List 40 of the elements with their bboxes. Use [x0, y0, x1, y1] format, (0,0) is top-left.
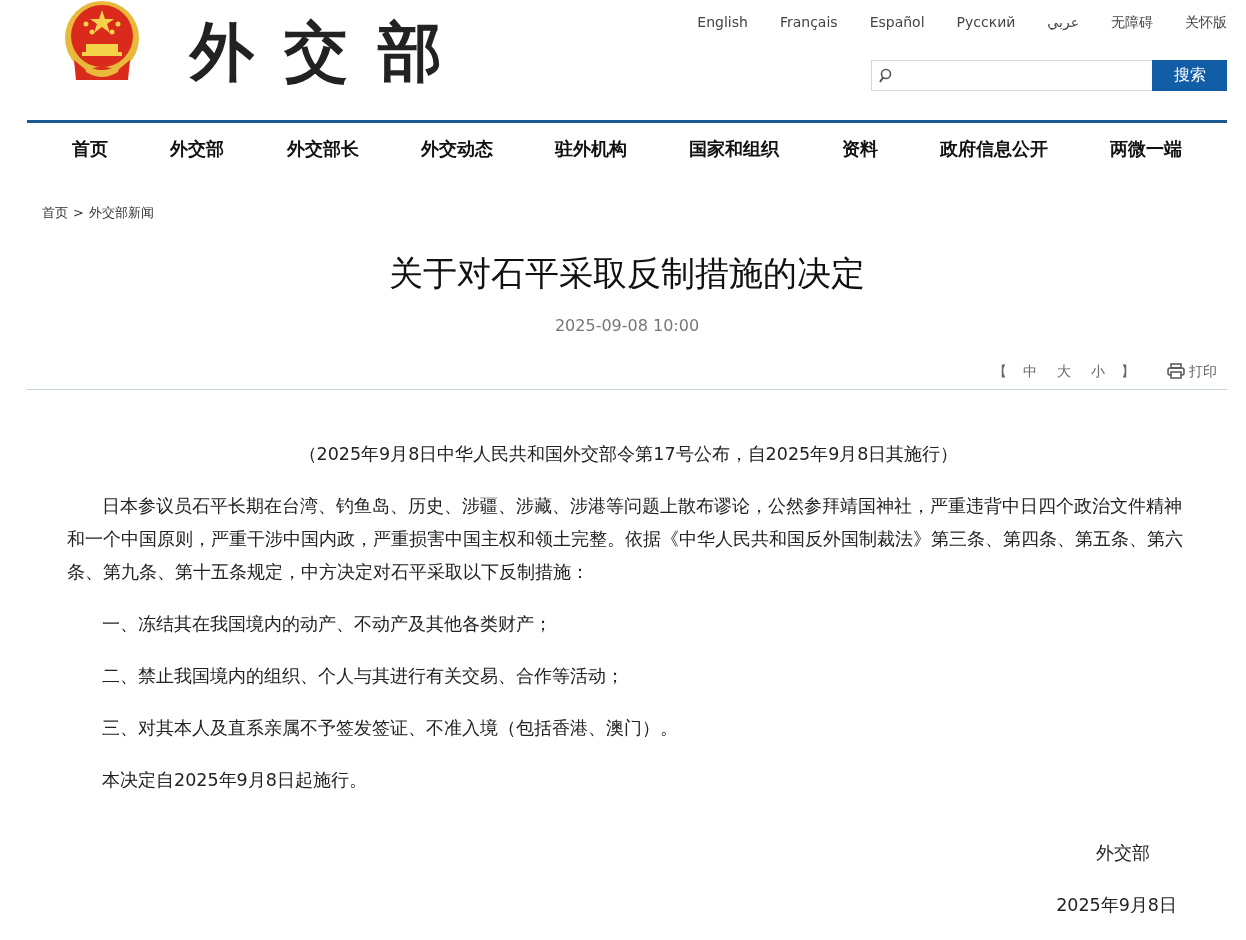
paragraph: 三、对其本人及直系亲属不予签发签证、不准入境（包括香港、澳门）。: [101, 717, 679, 740]
language-link[interactable]: 无障碍: [1111, 12, 1153, 32]
breadcrumb-link[interactable]: 外交部新闻: [88, 204, 154, 222]
nav-link[interactable]: 外交部长: [286, 135, 359, 175]
language-link[interactable]: 关怀版: [1185, 12, 1227, 32]
font-size-link[interactable]: 小: [1091, 361, 1105, 381]
signature-date: 2025年9月8日: [1055, 894, 1178, 917]
nav-link[interactable]: 驻外机构: [555, 135, 627, 175]
language-link[interactable]: English: [697, 12, 748, 32]
printer-icon: [1167, 363, 1185, 379]
nav-link[interactable]: 外交部: [170, 135, 225, 175]
language-link[interactable]: Français: [779, 12, 838, 32]
nav-link[interactable]: 首页: [72, 135, 108, 175]
language-link[interactable]: Español: [869, 12, 925, 32]
paragraph: 一、冻结其在我国境内的动产、不动产及其他各类财产；: [101, 613, 553, 636]
article-title: 关于对石平采取反制措施的决定: [388, 252, 866, 295]
language-link[interactable]: عربي: [1047, 12, 1079, 32]
search-icon: [878, 67, 892, 84]
breadcrumb-separator: >: [73, 204, 84, 222]
font-size-link[interactable]: 中: [1023, 361, 1037, 381]
paragraph: 日本参议员石平长期在台湾、钓鱼岛、历史、涉疆、涉藏、涉港等问题上散布谬论，公然参拜靖国神社，严重违背中日四个政治文件精神和一个中国原则，严重干涉中国内政，严重损害中国主权和领土完整。依据《中华人民共和国反外国制裁法》第三条、第四条、第五条、第六条、第九条、第十五条规定，中方决定对石平采取以下反制措施：: [67, 495, 1184, 584]
nav-link[interactable]: 资料: [841, 135, 878, 175]
paragraph: 二、禁止我国境内的组织、个人与其进行有关交易、合作等活动；: [101, 665, 625, 688]
site-logo[interactable]: 外交部: [190, 14, 472, 91]
search-button[interactable]: 搜索: [1152, 60, 1227, 91]
nav-link[interactable]: 两微一端: [1110, 135, 1182, 175]
subtitle: （2025年9月8日中华人民共和国外交部令第17号公布，自2025年9月8日其施行）: [297, 443, 960, 466]
nav-link[interactable]: 政府信息公开: [939, 135, 1048, 175]
publish-date: 2025-09-08 10:00: [553, 316, 701, 336]
paragraph: 本决定自2025年9月8日起施行。: [101, 769, 368, 792]
search-field[interactable]: [871, 60, 1152, 91]
breadcrumb-link[interactable]: 首页: [42, 204, 68, 222]
nav-link[interactable]: 国家和组织: [689, 135, 780, 175]
bracket: 【: [993, 362, 1007, 381]
nav-link[interactable]: 外交动态: [420, 135, 493, 175]
bracket: 】: [1121, 362, 1135, 381]
font-size-link[interactable]: 大: [1057, 361, 1071, 381]
language-link[interactable]: Русский: [956, 12, 1016, 32]
print-link[interactable]: 打印: [1167, 361, 1217, 381]
signature: 外交部: [1095, 842, 1151, 865]
